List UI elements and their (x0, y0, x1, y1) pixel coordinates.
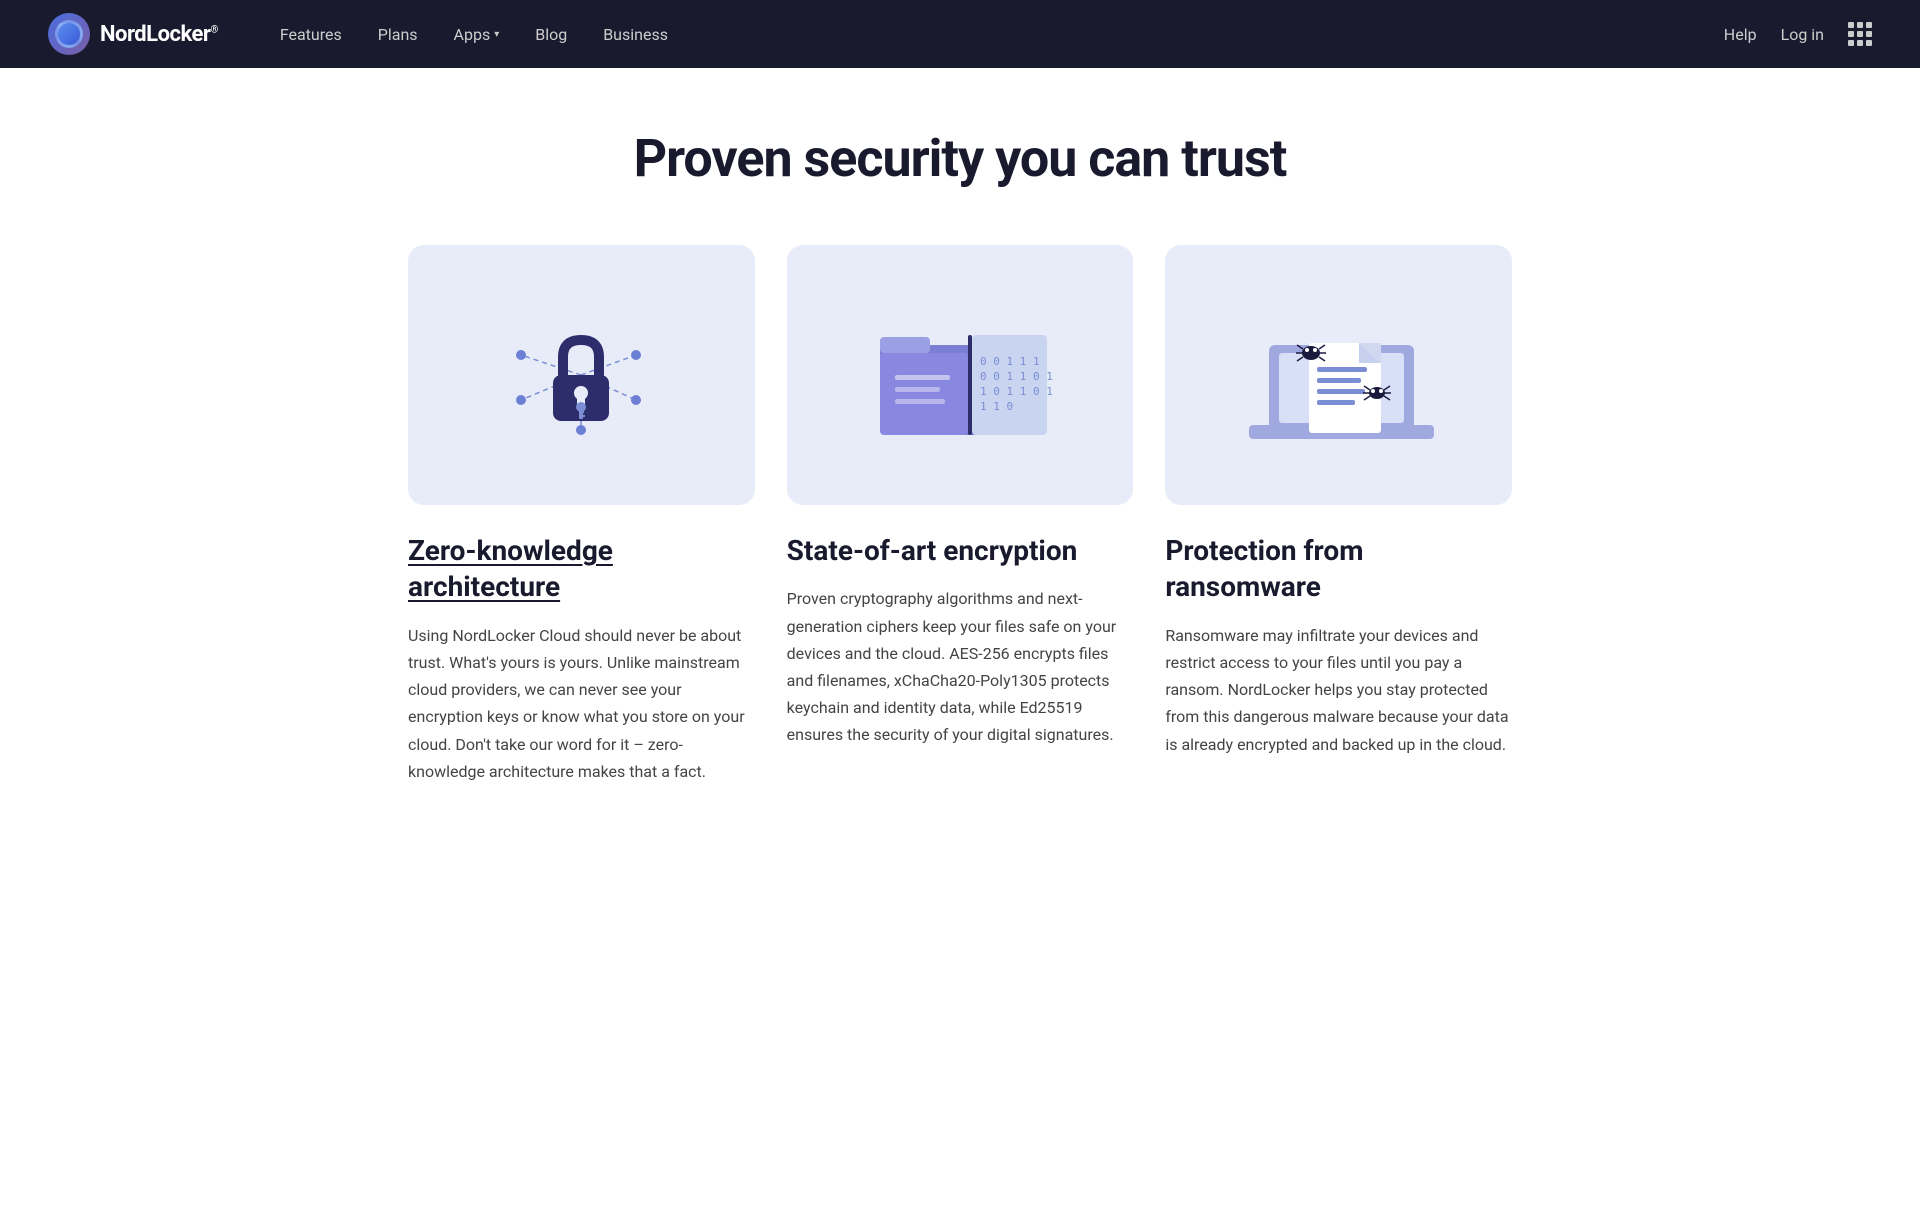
nav-right: Help Log in (1724, 22, 1872, 46)
feature-title-ransomware: Protection from ransomware (1165, 533, 1512, 606)
svg-text:0 0 1 1 1: 0 0 1 1 1 (980, 355, 1040, 368)
feature-image-lock (408, 245, 755, 505)
brand-name: NordLocker® (100, 22, 218, 47)
nav-login[interactable]: Log in (1781, 25, 1824, 44)
feature-text-encryption: State-of-art encryption Proven cryptogra… (787, 505, 1134, 749)
nav-features[interactable]: Features (266, 17, 356, 52)
lock-illustration (491, 285, 671, 465)
feature-desc-zero-knowledge: Using NordLocker Cloud should never be a… (408, 622, 755, 785)
features-grid: Zero-knowledge architecture Using NordLo… (408, 245, 1512, 785)
feature-ransomware: Protection from ransomware Ransomware ma… (1165, 245, 1512, 785)
feature-desc-ransomware: Ransomware may infiltrate your devices a… (1165, 622, 1512, 758)
laptop-illustration (1229, 285, 1449, 465)
feature-text-ransomware: Protection from ransomware Ransomware ma… (1165, 505, 1512, 758)
feature-image-laptop (1165, 245, 1512, 505)
nav-links: Features Plans Apps ▾ Blog Business (266, 17, 1724, 52)
nav-plans[interactable]: Plans (364, 17, 432, 52)
logo-circle (48, 13, 90, 55)
feature-title-encryption: State-of-art encryption (787, 533, 1134, 569)
svg-text:0 0 1 1 0 1: 0 0 1 1 0 1 (980, 370, 1053, 383)
nav-business[interactable]: Business (589, 17, 682, 52)
main-content: Proven security you can trust (360, 68, 1560, 913)
brand-logo[interactable]: NordLocker® (48, 13, 218, 55)
svg-text:1 1 0: 1 1 0 (980, 400, 1013, 413)
navbar: NordLocker® Features Plans Apps ▾ Blog B… (0, 0, 1920, 68)
feature-desc-encryption: Proven cryptography algorithms and next-… (787, 585, 1134, 748)
feature-zero-knowledge: Zero-knowledge architecture Using NordLo… (408, 245, 755, 785)
logo-inner (55, 20, 83, 48)
feature-text-zero-knowledge: Zero-knowledge architecture Using NordLo… (408, 505, 755, 785)
apps-chevron-icon: ▾ (494, 29, 499, 40)
feature-title-zero-knowledge[interactable]: Zero-knowledge architecture (408, 533, 755, 606)
folder-illustration: 0 0 1 1 1 0 0 1 1 0 1 1 0 1 1 0 1 1 1 0 (850, 285, 1070, 465)
svg-text:1 0 1 1 0 1: 1 0 1 1 0 1 (980, 385, 1053, 398)
nav-help[interactable]: Help (1724, 25, 1757, 44)
nav-apps[interactable]: Apps ▾ (440, 17, 514, 52)
feature-encryption: 0 0 1 1 1 0 0 1 1 0 1 1 0 1 1 0 1 1 1 0 … (787, 245, 1134, 785)
grid-menu-icon[interactable] (1848, 22, 1872, 46)
feature-image-folder: 0 0 1 1 1 0 0 1 1 0 1 1 0 1 1 0 1 1 1 0 (787, 245, 1134, 505)
nav-blog[interactable]: Blog (521, 17, 581, 52)
page-title: Proven security you can trust (408, 128, 1512, 189)
